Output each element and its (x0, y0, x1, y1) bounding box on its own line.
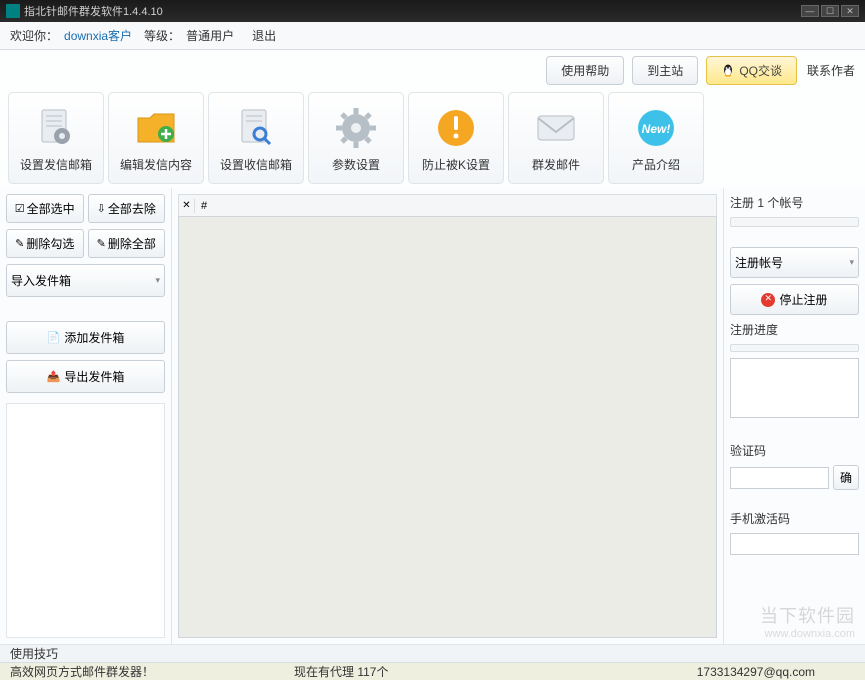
register-count-progress (730, 217, 859, 227)
delete-checked-button[interactable]: ✎删除勾选 (6, 229, 84, 258)
qq-penguin-icon (721, 63, 735, 77)
tool-param-settings[interactable]: 参数设置 (308, 92, 404, 184)
add-sender-button[interactable]: 📄添加发件箱 (6, 321, 165, 354)
qq-chat-button[interactable]: QQ交谈 (706, 56, 797, 85)
tool-label: 编辑发信内容 (120, 156, 192, 173)
phone-code-label: 手机激活码 (730, 510, 859, 527)
add-icon: 📄 (47, 331, 61, 344)
tips-label[interactable]: 使用技巧 (10, 645, 58, 662)
import-sender-label: 导入发件箱 (11, 272, 71, 289)
maximize-button[interactable]: ☐ (821, 5, 839, 17)
remove-all-button[interactable]: ⇩全部去除 (88, 194, 166, 223)
stop-icon (761, 293, 775, 307)
select-all-button[interactable]: ☑全部选中 (6, 194, 84, 223)
grade-prefix: 等级： (144, 27, 180, 44)
delete-checked-label: 删除勾选 (26, 235, 74, 252)
titlebar: 指北针邮件群发软件1.4.4.10 — ☐ ✕ (0, 0, 865, 22)
register-progress-label: 注册进度 (730, 321, 859, 338)
minimize-button[interactable]: — (801, 5, 819, 17)
tool-set-sender-mailbox[interactable]: 设置发信邮箱 (8, 92, 104, 184)
tool-label: 设置发信邮箱 (20, 156, 92, 173)
export-sender-button[interactable]: 📤导出发件箱 (6, 360, 165, 393)
register-count-label: 注册 1 个帐号 (730, 194, 859, 211)
register-progress-bar (730, 344, 859, 352)
tool-anti-k-settings[interactable]: 防止被K设置 (408, 92, 504, 184)
top-buttons: 使用帮助 到主站 QQ交谈 联系作者 (0, 50, 865, 90)
help-button[interactable]: 使用帮助 (546, 56, 624, 85)
qq-chat-label: QQ交谈 (739, 62, 782, 79)
window-title: 指北针邮件群发软件1.4.4.10 (24, 3, 801, 19)
delete-all-button[interactable]: ✎删除全部 (88, 229, 166, 258)
gear-icon (332, 104, 380, 152)
data-grid[interactable] (178, 216, 717, 638)
main-area: ☑全部选中 ⇩全部去除 ✎删除勾选 ✎删除全部 导入发件箱▾ 📄添加发件箱 📤导… (0, 188, 865, 644)
tip-bar: 使用技巧 (0, 644, 865, 662)
tab-close-button[interactable]: ✕ (179, 199, 195, 213)
warning-icon (432, 104, 480, 152)
envelope-icon (532, 104, 580, 152)
tab-header: ✕ # (178, 194, 717, 216)
username: downxia客户 (64, 27, 132, 44)
app-icon (6, 4, 20, 18)
svg-text:New!: New! (642, 122, 671, 136)
register-account-button[interactable]: 注册帐号 ▾ (730, 247, 859, 278)
sender-list-area (6, 403, 165, 638)
status-bar: 高效网页方式邮件群发器！ 现在有代理 117个 1733134297@qq.co… (0, 662, 865, 680)
tool-product-intro[interactable]: New! 产品介绍 (608, 92, 704, 184)
stop-register-button[interactable]: 停止注册 (730, 284, 859, 315)
grade-value: 普通用户 (186, 27, 234, 44)
tool-label: 参数设置 (332, 156, 380, 173)
select-all-label: 全部选中 (27, 200, 75, 217)
close-button[interactable]: ✕ (841, 5, 859, 17)
delete-all-label: 删除全部 (108, 235, 156, 252)
eraser-icon: ✎ (97, 237, 106, 250)
chevron-down-icon: ▾ (155, 275, 160, 286)
menubar: 欢迎你： downxia客户 等级： 普通用户 退出 (0, 22, 865, 50)
check-icon: ☑ (15, 202, 25, 215)
export-sender-label: 导出发件箱 (64, 368, 124, 385)
phone-code-input[interactable] (730, 533, 859, 555)
status-proxy: 现在有代理 117个 (294, 663, 388, 680)
center-panel: ✕ # (172, 188, 723, 644)
contact-author-link[interactable]: 联系作者 (807, 62, 855, 79)
remove-all-label: 全部去除 (108, 200, 156, 217)
tool-set-receiver-mailbox[interactable]: 设置收信邮箱 (208, 92, 304, 184)
right-panel: 注册 1 个帐号 注册帐号 ▾ 停止注册 注册进度 验证码 确 手机激活码 (723, 188, 865, 644)
tool-edit-send-content[interactable]: 编辑发信内容 (108, 92, 204, 184)
captcha-confirm-button[interactable]: 确 (833, 465, 859, 490)
new-badge-icon: New! (632, 104, 680, 152)
tool-label: 防止被K设置 (422, 156, 490, 173)
file-search-icon (232, 104, 280, 152)
status-slogan: 高效网页方式邮件群发器！ (10, 663, 154, 680)
welcome-prefix: 欢迎你： (10, 27, 58, 44)
file-gear-icon (32, 104, 80, 152)
captcha-label: 验证码 (730, 442, 859, 459)
tab-label[interactable]: # (195, 200, 213, 212)
add-sender-label: 添加发件箱 (64, 329, 124, 346)
stop-register-label: 停止注册 (779, 291, 827, 308)
captcha-input[interactable] (730, 467, 829, 489)
logout-link[interactable]: 退出 (252, 27, 276, 44)
window-controls: — ☐ ✕ (801, 5, 859, 17)
export-icon: 📤 (47, 370, 61, 383)
main-toolbar: 设置发信邮箱 编辑发信内容 设置收信邮箱 参数设置 防止被K设置 群发邮件 Ne… (0, 90, 865, 188)
import-sender-button[interactable]: 导入发件箱 ▾ (6, 264, 165, 297)
main-site-button[interactable]: 到主站 (632, 56, 698, 85)
folder-plus-icon (132, 104, 180, 152)
uncheck-icon: ⇩ (97, 202, 106, 215)
tool-label: 群发邮件 (532, 156, 580, 173)
register-account-label: 注册帐号 (735, 254, 783, 271)
log-textarea[interactable] (730, 358, 859, 418)
tool-bulk-send[interactable]: 群发邮件 (508, 92, 604, 184)
chevron-down-icon: ▾ (849, 257, 854, 268)
status-email: 1733134297@qq.com (697, 665, 815, 679)
tool-label: 设置收信邮箱 (220, 156, 292, 173)
tool-label: 产品介绍 (632, 156, 680, 173)
eraser-icon: ✎ (15, 237, 24, 250)
left-panel: ☑全部选中 ⇩全部去除 ✎删除勾选 ✎删除全部 导入发件箱▾ 📄添加发件箱 📤导… (0, 188, 172, 644)
